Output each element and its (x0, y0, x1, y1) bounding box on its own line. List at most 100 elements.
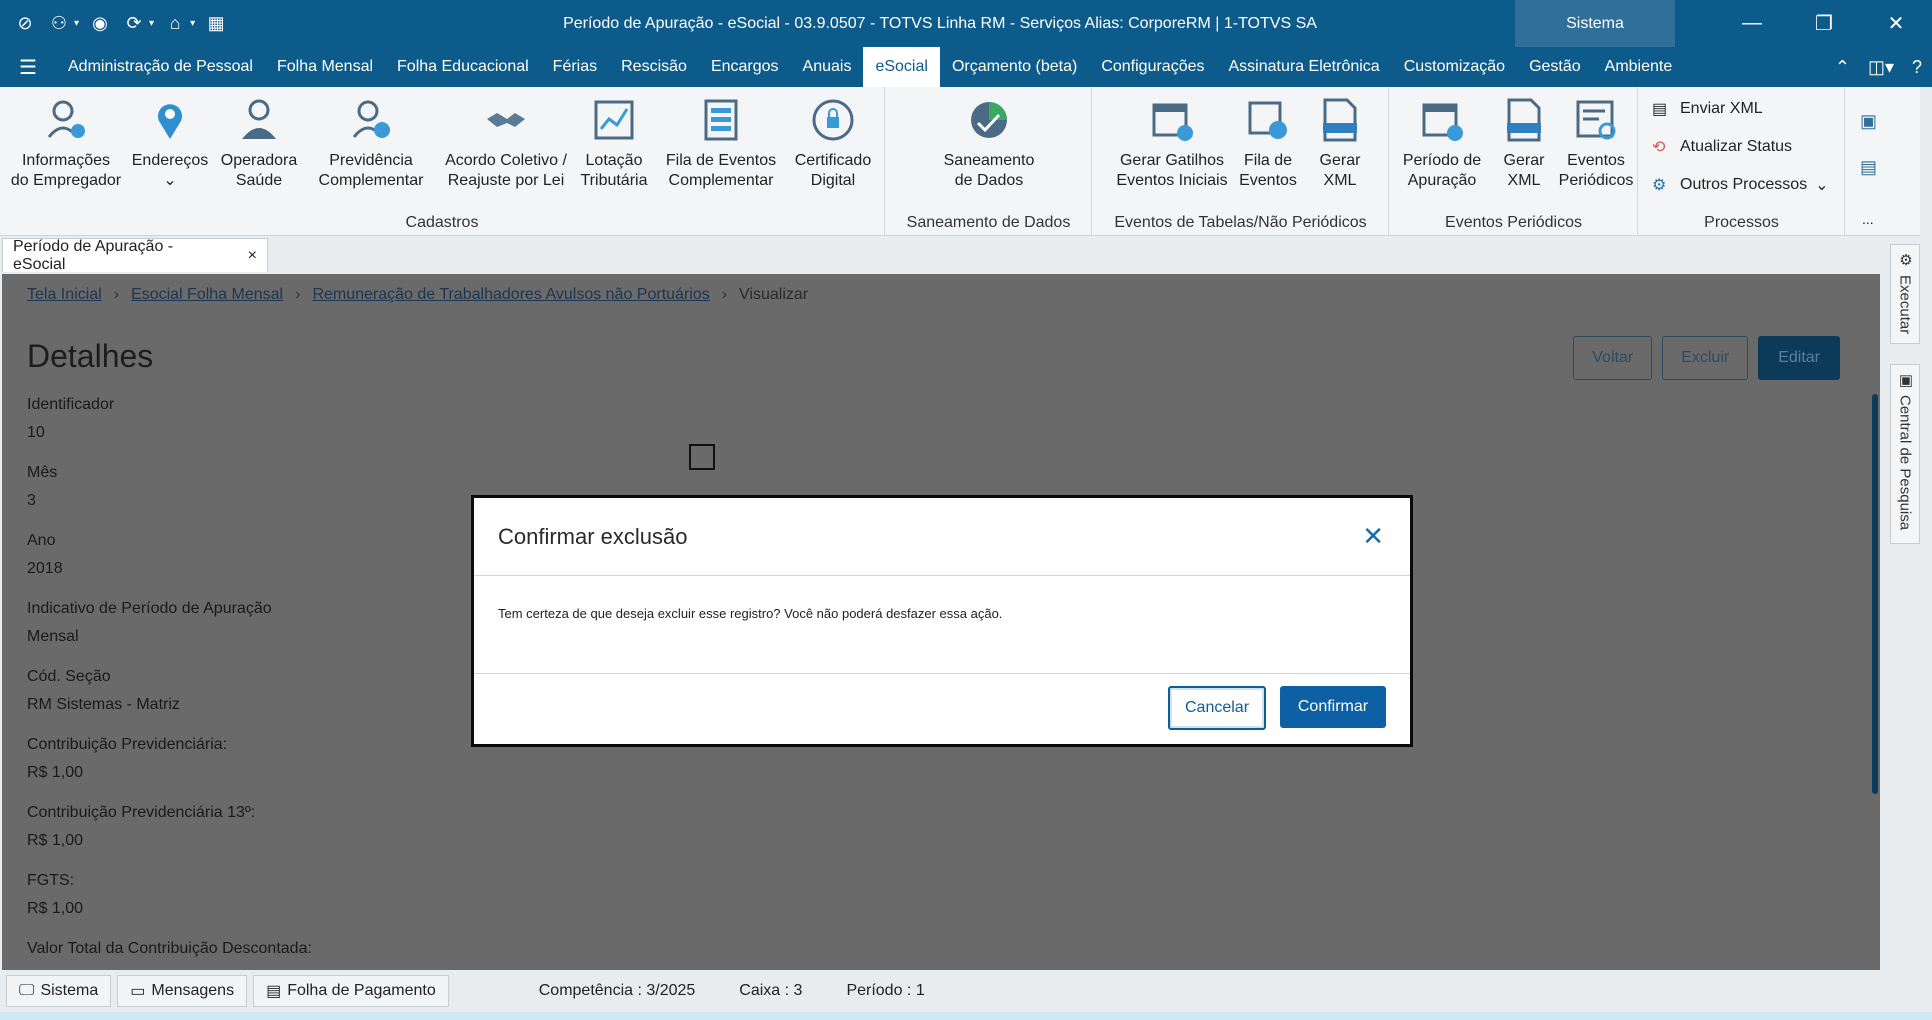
cancel-button[interactable]: Cancelar (1168, 686, 1266, 730)
lotacao-button[interactable]: Lotação Tributária (576, 97, 652, 191)
close-icon[interactable]: ✕ (1362, 521, 1384, 552)
sistema-label[interactable]: Sistema (1515, 0, 1675, 47)
menu-right-controls: ⌃ ◫▾ ? (1835, 57, 1922, 78)
menu-anuais[interactable]: Anuais (791, 47, 864, 87)
ribbon-group-label: Cadastros (405, 214, 479, 231)
ribbon-more[interactable]: ... (1862, 211, 1874, 227)
status-sistema[interactable]: 🖵 Sistema (6, 975, 112, 1007)
scrollbar-thumb[interactable] (1872, 394, 1878, 794)
certificado-button[interactable]: Certificado Digital (788, 97, 878, 191)
breadcrumb-remuneracao[interactable]: Remuneração de Trabalhadores Avulsos não… (312, 286, 709, 304)
acordo-coletivo-button[interactable]: Acordo Coletivo / Reajuste por Lei (438, 97, 574, 191)
details-fields: Identificador 10 Mês 3 Ano 2018 Indicati… (27, 396, 312, 970)
editar-button[interactable]: Editar (1758, 336, 1840, 380)
menu-configuracoes[interactable]: Configurações (1089, 47, 1216, 87)
chevron-down-icon: ⌄ (163, 172, 177, 189)
close-window-button[interactable]: ✕ (1860, 0, 1932, 47)
breadcrumb-separator: › (721, 286, 728, 303)
fila-complementar-button[interactable]: Fila de Eventos Complementar (656, 97, 786, 191)
info-empregador-button[interactable]: Informações do Empregador (6, 97, 126, 191)
field-contribuicao-13: Contribuição Previdenciária 13º: R$ 1,00 (27, 804, 256, 849)
field-indicativo-periodo: Indicativo de Período de Apuração Mensal (27, 600, 272, 645)
help-icon[interactable]: ? (1912, 57, 1922, 78)
status-folha[interactable]: ▤ Folha de Pagamento (253, 975, 449, 1007)
periodo-apuracao-button[interactable]: Período de Apuração (1394, 97, 1490, 191)
saneamento-button[interactable]: Saneamento de Dados (916, 97, 1062, 191)
atualizar-status-button[interactable]: ⟲ Atualizar Status (1652, 137, 1792, 157)
event-queue-icon (1245, 97, 1291, 143)
menu-encargos[interactable]: Encargos (699, 47, 791, 87)
modal-footer: Cancelar Confirmar (474, 674, 1410, 742)
status-competencia: Competência : 3/2025 (538, 982, 696, 999)
operadora-saude-button[interactable]: Operadora Saúde (214, 97, 304, 191)
excluir-button[interactable]: Excluir (1662, 336, 1749, 380)
app-menu-icon[interactable]: ☰ (0, 55, 56, 80)
collapse-ribbon-icon[interactable]: ⌃ (1835, 57, 1850, 78)
handshake-icon (483, 97, 529, 143)
menu-ambiente[interactable]: Ambiente (1593, 47, 1685, 87)
menu-folha-mensal[interactable]: Folha Mensal (265, 47, 385, 87)
outros-processos-button[interactable]: ⚙ Outros Processos ⌄ (1652, 175, 1829, 195)
periodic-events-icon (1573, 97, 1619, 143)
certificate-lock-icon (810, 97, 856, 143)
restore-button[interactable]: ❐ (1788, 0, 1860, 47)
modal-message: Tem certeza de que deseja excluir esse r… (474, 576, 1410, 674)
previdencia-button[interactable]: Previdência Complementar (308, 97, 434, 191)
side-panel: ⚙ Executar ▣ Central de Pesquisa (1890, 244, 1920, 544)
menu-bar: ☰ Administração de Pessoal Folha Mensal … (0, 47, 1932, 87)
menu-esocial[interactable]: eSocial (863, 47, 940, 87)
ribbon-group-label: Saneamento de Dados (906, 214, 1071, 231)
status-caixa: Caixa : 3 (739, 982, 803, 999)
tab-periodo-apuracao[interactable]: Período de Apuração - eSocial × (2, 238, 268, 273)
xml-file-icon (1501, 97, 1547, 143)
report-icon[interactable]: ▤ (1860, 157, 1877, 178)
menu-orcamento[interactable]: Orçamento (beta) (940, 47, 1089, 87)
gerar-xml-tabelas-button[interactable]: Gerar XML (1305, 97, 1375, 191)
enviar-xml-button[interactable]: ▤ Enviar XML (1652, 99, 1763, 119)
enderecos-button[interactable]: Endereços ⌄ (128, 97, 212, 191)
breadcrumb-tela-inicial[interactable]: Tela Inicial (27, 286, 102, 304)
ribbon-group-label: Eventos Periódicos (1445, 214, 1582, 231)
monitor-icon: 🖵 (19, 982, 35, 999)
gerar-gatilhos-button[interactable]: Gerar Gatilhos Eventos Iniciais (1113, 97, 1231, 191)
queue-icon (698, 97, 744, 143)
calendar-money-icon (1419, 97, 1465, 143)
chart-trend-icon (591, 97, 637, 143)
xml-file-icon (1317, 97, 1363, 143)
gear-icon: ⚙ (1897, 251, 1914, 269)
breadcrumb-esocial[interactable]: Esocial Folha Mensal (131, 286, 283, 304)
field-fgts: FGTS: R$ 1,00 (27, 872, 84, 917)
menu-folha-educacional[interactable]: Folha Educacional (385, 47, 541, 87)
fila-eventos-button[interactable]: Fila de Eventos (1233, 97, 1303, 191)
confirm-button[interactable]: Confirmar (1280, 686, 1386, 728)
filter-icon[interactable]: ▣ (1860, 111, 1877, 132)
executar-tab[interactable]: ⚙ Executar (1890, 244, 1920, 344)
taskbar-edge (0, 1012, 1932, 1020)
close-tab-icon[interactable]: × (248, 247, 257, 265)
data-sanitize-icon (966, 97, 1012, 143)
gerar-xml-periodicos-button[interactable]: Gerar XML (1494, 97, 1554, 191)
menu-gestao[interactable]: Gestão (1517, 47, 1593, 87)
status-mensagens[interactable]: ▭ Mensagens (117, 975, 248, 1007)
field-contribuicao-previdenciaria: Contribuição Previdenciária: R$ 1,00 (27, 736, 228, 781)
menu-administracao[interactable]: Administração de Pessoal (56, 47, 265, 87)
employer-icon (43, 97, 89, 143)
menu-ferias[interactable]: Férias (541, 47, 609, 87)
ribbon-group-label: Processos (1704, 214, 1779, 231)
eventos-periodicos-button[interactable]: Eventos Periódicos (1556, 97, 1636, 191)
central-pesquisa-tab[interactable]: ▣ Central de Pesquisa (1890, 364, 1920, 544)
voltar-button[interactable]: Voltar (1573, 336, 1653, 380)
minimize-button[interactable]: — (1716, 0, 1788, 47)
layout-icon[interactable]: ◫▾ (1868, 57, 1894, 78)
chevron-down-icon: ⌄ (1815, 177, 1829, 194)
status-periodo: Período : 1 (846, 982, 925, 999)
menu-rescisao[interactable]: Rescisão (609, 47, 699, 87)
ribbon-group-eventos-periodicos: Período de Apuração Gerar XML Eventos Pe… (1390, 87, 1638, 236)
message-icon: ▭ (130, 983, 146, 1000)
breadcrumb-current: Visualizar (739, 286, 809, 303)
menu-assinatura[interactable]: Assinatura Eletrônica (1217, 47, 1392, 87)
ribbon: Informações do Empregador Endereços ⌄ Op… (0, 87, 1920, 236)
breadcrumb: Tela Inicial › Esocial Folha Mensal › Re… (27, 286, 808, 304)
menu-customizacao[interactable]: Customização (1392, 47, 1517, 87)
modal-header: Confirmar exclusão ✕ (474, 498, 1410, 576)
